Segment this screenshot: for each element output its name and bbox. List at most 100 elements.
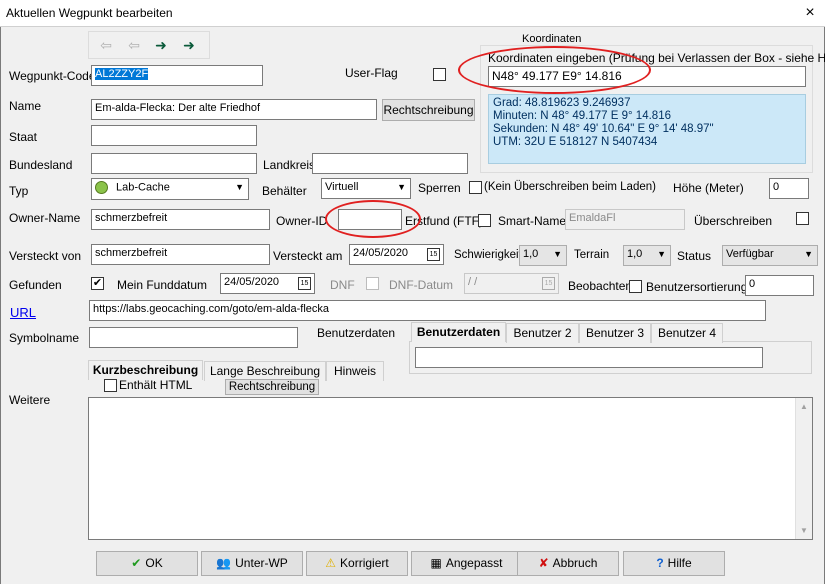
terrain-label: Terrain <box>574 249 610 261</box>
schwierigkeit-select[interactable]: 1,0 ▼ <box>519 245 567 266</box>
checkmark-icon: ✔ <box>131 556 142 570</box>
smart-name-label: Smart-Name <box>498 214 567 228</box>
description-scrollbar[interactable]: ▲ ▼ <box>795 398 812 539</box>
scroll-down-icon[interactable]: ▼ <box>796 526 812 535</box>
ueberschreiben-checkbox[interactable] <box>796 212 809 225</box>
versteckt-am-label: Versteckt am <box>273 249 343 263</box>
name-input[interactable]: Em-alda-Flecka: Der alte Friedhof <box>91 99 377 120</box>
chevron-down-icon: ▼ <box>235 182 244 192</box>
abbruch-button[interactable]: ✘ Abbruch <box>517 551 619 576</box>
funddatum-value: 24/05/2020 <box>224 276 280 288</box>
calendar-icon[interactable]: 15 <box>427 248 440 261</box>
dnf-datum-input[interactable]: / / 15 <box>464 273 559 294</box>
behaelter-label: Behälter <box>262 184 307 198</box>
window-title: Aktuellen Wegpunkt bearbeiten <box>6 6 173 20</box>
enthaelt-html-checkbox[interactable] <box>104 379 117 392</box>
dnf-checkbox[interactable] <box>366 277 379 290</box>
name-label: Name <box>9 99 42 113</box>
url-link[interactable]: URL <box>10 305 36 320</box>
owner-name-input[interactable]: schmerzbefreit <box>91 209 270 230</box>
behaelter-select[interactable]: Virtuell ▼ <box>321 178 411 199</box>
tab-hinweis[interactable]: Hinweis <box>326 361 384 381</box>
koordinaten-info-box: Grad: 48.819623 9.246937 Minuten: N 48° … <box>488 94 806 164</box>
beobachten-label: Beobachten <box>568 279 633 293</box>
versteckt-von-label: Versteckt von <box>9 249 82 263</box>
next-record-icon[interactable]: ➜ <box>151 37 171 55</box>
benutzerdaten-input[interactable] <box>415 347 763 368</box>
ok-button[interactable]: ✔ OK <box>96 551 198 576</box>
tab-lange-beschreibung[interactable]: Lange Beschreibung <box>204 361 326 381</box>
smart-name-input[interactable]: EmaldaFl <box>565 209 685 230</box>
status-select[interactable]: Verfügbar ▼ <box>722 245 818 266</box>
gefunden-label: Gefunden <box>9 278 62 292</box>
status-value: Verfügbar <box>726 248 774 260</box>
angepasst-button[interactable]: ▦ Angepasst <box>411 551 522 576</box>
typ-select[interactable]: Lab-Cache ▼ <box>91 178 249 200</box>
hoehe-input[interactable]: 0 <box>769 178 809 199</box>
owner-id-label: Owner-ID <box>276 214 328 228</box>
tab-benutzer-4[interactable]: Benutzer 4 <box>651 323 723 343</box>
terrain-select[interactable]: 1,0 ▼ <box>623 245 671 266</box>
ueberschreiben-label: Überschreiben <box>694 214 773 228</box>
user-flag-checkbox[interactable] <box>433 68 446 81</box>
koordinaten-input[interactable]: N48° 49.177 E9° 14.816 <box>488 66 806 87</box>
description-spellcheck-button[interactable]: Rechtschreibung <box>225 379 319 395</box>
sperren-checkbox[interactable] <box>469 181 482 194</box>
versteckt-am-input[interactable]: 24/05/2020 15 <box>349 244 444 265</box>
hilfe-button[interactable]: ? Hilfe <box>623 551 725 576</box>
wegpunkt-code-value: AL2ZZY2F <box>95 68 149 80</box>
tab-benutzer-2[interactable]: Benutzer 2 <box>506 323 579 343</box>
unter-wp-button-label: Unter-WP <box>235 556 288 570</box>
cancel-icon: ✘ <box>538 556 549 570</box>
warning-icon: ⚠ <box>325 556 337 570</box>
status-label: Status <box>677 249 712 263</box>
typ-value: Lab-Cache <box>116 181 170 194</box>
dnf-datum-value: / / <box>468 276 478 288</box>
first-record-icon[interactable]: ⇦ <box>96 37 116 55</box>
koordinaten-minuten: Minuten: N 48° 49.177 E 9° 14.816 <box>493 110 671 122</box>
landkreis-input[interactable] <box>312 153 468 174</box>
scroll-up-icon[interactable]: ▲ <box>796 402 812 411</box>
schwierigkeit-value: 1,0 <box>523 248 539 260</box>
symbolname-input[interactable] <box>89 327 298 348</box>
chevron-down-icon: ▼ <box>397 182 406 192</box>
url-input[interactable]: https://labs.geocaching.com/goto/em-alda… <box>89 300 766 321</box>
calendar-icon[interactable]: 15 <box>298 277 311 290</box>
window-border-left <box>0 27 1 584</box>
wegpunkt-code-label: Wegpunkt-Code <box>9 69 96 83</box>
tab-benutzer-3[interactable]: Benutzer 3 <box>579 323 651 343</box>
versteckt-von-input[interactable]: schmerzbefreit <box>91 244 270 265</box>
dnf-label: DNF <box>330 278 355 292</box>
lab-cache-icon <box>95 181 108 194</box>
tab-kurzbeschreibung[interactable]: Kurzbeschreibung <box>88 360 203 380</box>
prev-record-icon[interactable]: ⇦ <box>124 37 144 55</box>
calendar-icon[interactable]: 15 <box>542 277 555 290</box>
gefunden-checkbox[interactable]: ✔ <box>91 277 104 290</box>
owner-id-input[interactable] <box>338 209 402 230</box>
grid-icon: ▦ <box>430 556 442 570</box>
beobachten-checkbox[interactable] <box>629 280 642 293</box>
last-record-icon[interactable]: ➜ <box>179 37 199 55</box>
staat-input[interactable] <box>91 125 257 146</box>
wegpunkt-code-input[interactable]: AL2ZZY2F <box>91 65 263 86</box>
description-textarea[interactable] <box>88 397 813 540</box>
hoehe-label: Höhe (Meter) <box>673 181 744 195</box>
tab-benutzerdaten[interactable]: Benutzerdaten <box>411 322 506 342</box>
hilfe-button-label: Hilfe <box>667 556 692 570</box>
chevron-down-icon: ▼ <box>657 249 666 259</box>
chevron-down-icon: ▼ <box>804 249 813 259</box>
erstfund-label: Erstfund (FTF) <box>405 214 484 228</box>
koordinaten-group-title: Koordinaten <box>522 33 582 45</box>
name-spellcheck-button[interactable]: Rechtschreibung <box>382 99 475 121</box>
korrigiert-button[interactable]: ⚠ Korrigiert <box>306 551 408 576</box>
versteckt-am-value: 24/05/2020 <box>353 247 409 259</box>
unter-wp-button[interactable]: 👥 Unter-WP <box>201 551 303 576</box>
benutzersortierung-input[interactable]: 0 <box>745 275 814 296</box>
help-icon: ? <box>656 556 664 570</box>
funddatum-input[interactable]: 24/05/2020 15 <box>220 273 315 294</box>
ok-button-label: OK <box>145 556 163 570</box>
close-icon[interactable]: × <box>800 3 820 23</box>
bundesland-input[interactable] <box>91 153 257 174</box>
erstfund-checkbox[interactable] <box>478 214 491 227</box>
behaelter-value: Virtuell <box>325 181 359 193</box>
